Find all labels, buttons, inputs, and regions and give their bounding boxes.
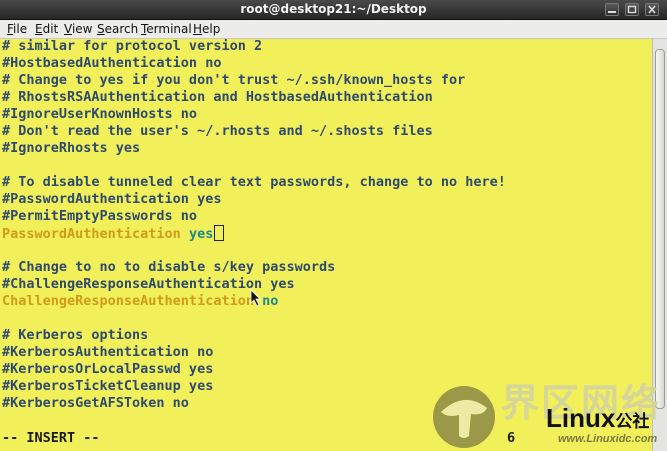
- menu-file[interactable]: File: [5, 21, 29, 37]
- editor-line: #IgnoreUserKnownHosts no: [2, 106, 198, 122]
- option-value: no: [262, 293, 279, 309]
- menu-bar: File Edit View Search Terminal Help: [0, 20, 667, 39]
- vim-mode-indicator: -- INSERT --: [2, 430, 100, 446]
- editor-line: #IgnoreRhosts yes: [2, 140, 141, 156]
- editor-line: #PermitEmptyPasswords no: [2, 208, 198, 224]
- editor-line: # Change to no to disable s/key password…: [2, 259, 336, 275]
- menu-search[interactable]: Search: [95, 21, 140, 37]
- editor-line: #HostbasedAuthentication no: [2, 55, 222, 71]
- editor-line: # Change to yes if you don't trust ~/.ss…: [2, 72, 466, 88]
- watermark-brand: Linux公社: [546, 403, 650, 433]
- minimize-icon: [608, 11, 616, 13]
- option-value: yes: [188, 226, 214, 242]
- mushroom-icon: [441, 399, 487, 438]
- editor-line: #PasswordAuthentication yes: [2, 191, 222, 207]
- editor-line: #KerberosAuthentication no: [2, 344, 214, 360]
- mushroom-logo-icon: [433, 386, 495, 448]
- text-cursor: [214, 225, 225, 241]
- editor-line: #KerberosTicketCleanup yes: [2, 378, 214, 394]
- editor-line: # similar for protocol version 2: [2, 39, 263, 54]
- minimize-button[interactable]: [605, 3, 619, 16]
- close-button[interactable]: [645, 3, 659, 16]
- menu-terminal[interactable]: Terminal: [139, 21, 194, 37]
- title-bar[interactable]: root@desktop21:~/Desktop: [0, 0, 667, 20]
- editor-line: #KerberosOrLocalPasswd yes: [2, 361, 214, 377]
- editor-line: # Don't read the user's ~/.rhosts and ~/…: [2, 123, 433, 139]
- maximize-icon: [627, 5, 637, 14]
- editor-line: # RhostsRSAAuthentication and HostbasedA…: [2, 89, 433, 105]
- close-icon: [648, 5, 656, 14]
- editor-line: # To disable tunneled clear text passwor…: [2, 174, 506, 190]
- editor-line: # Kerberos options: [2, 327, 149, 343]
- scrollbar-thumb[interactable]: [655, 49, 665, 409]
- menu-view[interactable]: View: [62, 21, 94, 37]
- mouse-pointer-icon: [250, 289, 261, 307]
- editor-line: #KerberosGetAFSToken no: [2, 395, 189, 411]
- watermark-logo: 界区网络 Linux公社 www.Linuxidc.com: [433, 383, 667, 451]
- menu-edit[interactable]: Edit: [33, 21, 60, 37]
- window-title: root@desktop21:~/Desktop: [240, 2, 427, 16]
- option-key: PasswordAuthentication: [2, 226, 181, 242]
- menu-help[interactable]: Help: [191, 21, 222, 37]
- option-key: ChallengeResponseAuthentication: [2, 293, 254, 309]
- terminal-window: root@desktop21:~/Desktop File Edit View …: [0, 0, 667, 451]
- active-option-line: ChallengeResponseAuthentication no: [2, 293, 278, 310]
- maximize-button[interactable]: [625, 3, 639, 16]
- watermark-site: www.Linuxidc.com: [558, 433, 658, 445]
- cursor-position: 6: [507, 430, 516, 446]
- active-option-line: PasswordAuthentication yes: [2, 225, 225, 242]
